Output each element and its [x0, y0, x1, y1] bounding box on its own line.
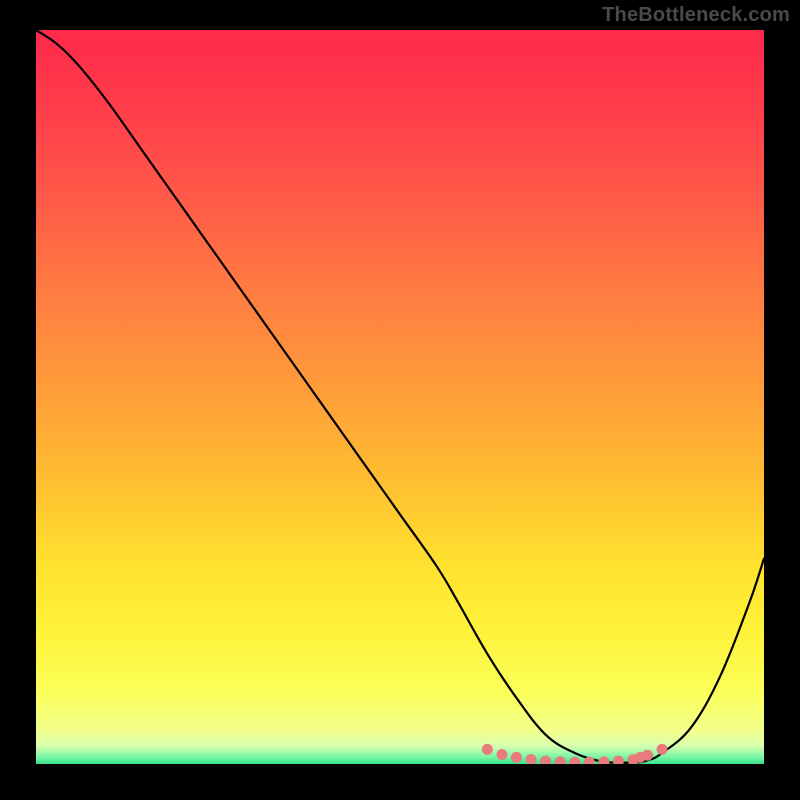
highlight-dot	[642, 750, 653, 761]
plot-area	[36, 30, 764, 764]
chart-frame: TheBottleneck.com	[0, 0, 800, 800]
highlight-dot	[511, 752, 522, 763]
highlight-dot	[496, 749, 507, 760]
watermark-text: TheBottleneck.com	[602, 4, 790, 27]
highlight-dot	[482, 744, 493, 755]
plot-svg	[36, 30, 764, 764]
gradient-background	[36, 30, 764, 764]
highlight-dot	[657, 744, 668, 755]
